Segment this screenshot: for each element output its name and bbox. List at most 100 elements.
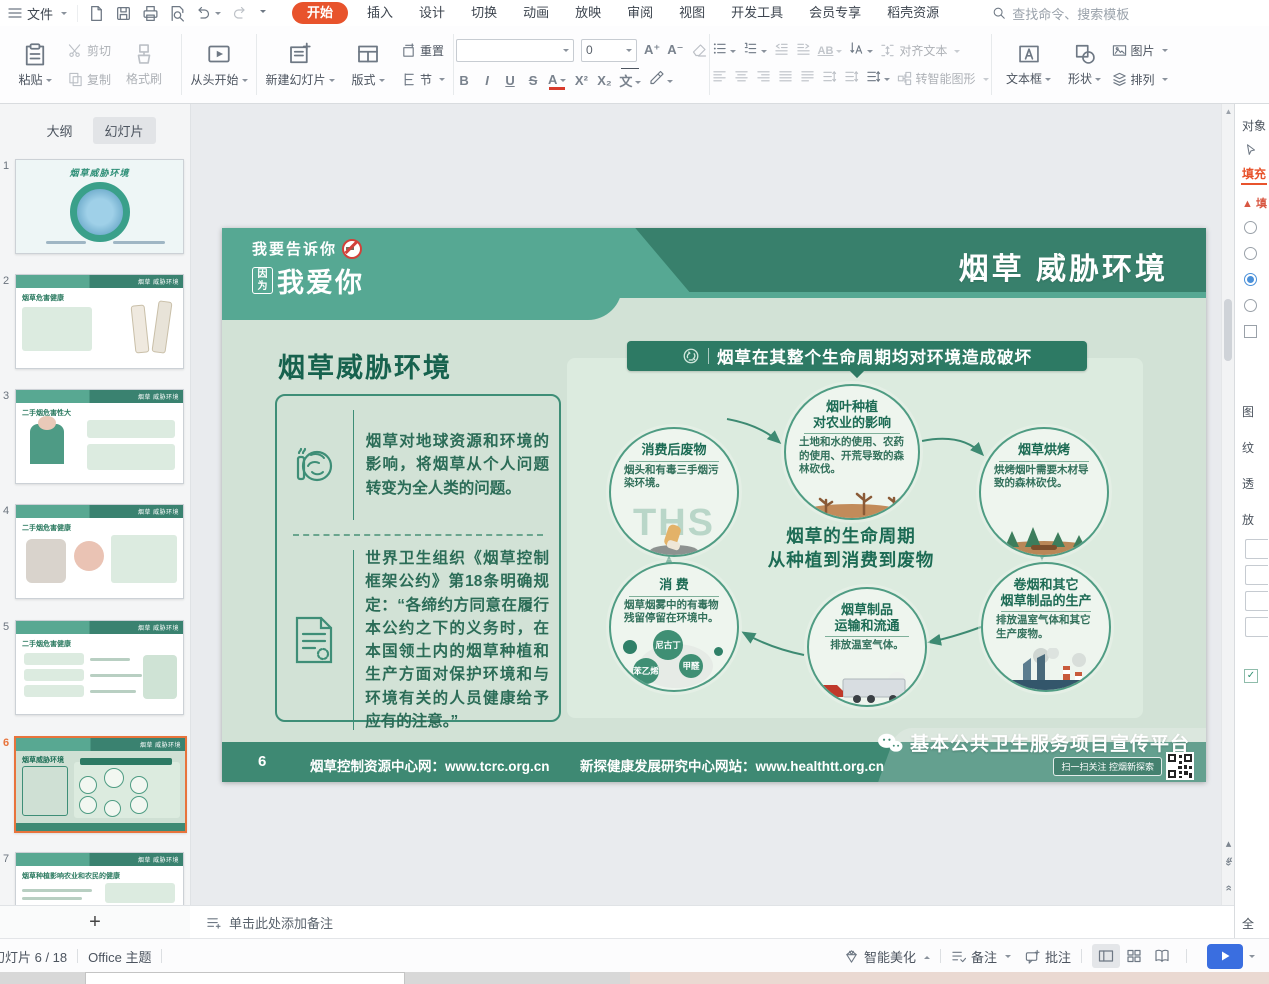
tab-outline[interactable]: 大纲 — [34, 117, 84, 144]
tab-review[interactable]: 审阅 — [614, 0, 666, 26]
slide-thumbnail-1[interactable]: 烟草威胁环境 — [15, 159, 184, 254]
comments-button[interactable]: 批注 — [1025, 947, 1071, 966]
fill-tab[interactable]: 填充 — [1242, 165, 1266, 182]
print-button[interactable] — [142, 5, 159, 22]
fill-section-header[interactable]: ▲ 填 — [1242, 195, 1267, 211]
reset-button[interactable]: 重置 — [401, 40, 445, 60]
customize-toolbar-icon[interactable] — [260, 10, 266, 16]
align-right-button[interactable] — [756, 69, 771, 89]
tab-insert[interactable]: 插入 — [354, 0, 406, 26]
print-preview-button[interactable] — [169, 5, 186, 22]
tab-slides[interactable]: 幻灯片 — [93, 117, 156, 144]
slide-thumbnail-7[interactable]: 烟草 威胁环境 烟草种植影响农业和农民的健康 — [15, 852, 184, 905]
dropdown-clipped-2[interactable] — [1245, 565, 1268, 585]
fill-radio-gradient[interactable] — [1244, 273, 1257, 286]
redo-button[interactable] — [231, 5, 247, 21]
font-color-button[interactable]: A — [548, 72, 566, 89]
tab-devtools[interactable]: 开发工具 — [718, 0, 796, 26]
align-text-button[interactable]: 对齐文本 — [880, 41, 960, 61]
format-painter-button[interactable]: 格式刷 — [115, 43, 173, 87]
tab-docer[interactable]: 稻壳资源 — [874, 0, 952, 26]
file-menu[interactable]: 文件 — [0, 4, 77, 23]
superscript-button[interactable]: X² — [573, 73, 589, 88]
previous-slide-chevrons[interactable]: « — [1224, 858, 1234, 869]
slide-thumbnail-3[interactable]: 烟草 威胁环境 二手烟危害性大 — [15, 389, 184, 484]
copy-button[interactable]: 复制 — [68, 69, 111, 89]
command-search[interactable]: 查找命令、搜索模板 — [992, 4, 1129, 23]
increase-font-button[interactable]: A⁺ — [644, 42, 660, 58]
fill-radio-picture[interactable] — [1244, 299, 1257, 312]
scroll-up-small-icon[interactable]: ▴ — [1223, 839, 1234, 849]
dropdown-clipped-3[interactable] — [1245, 591, 1268, 611]
export-button[interactable] — [115, 5, 132, 22]
play-from-start-button[interactable]: 从头开始 — [190, 42, 248, 88]
textbox-button[interactable]: 文本框 — [1000, 43, 1058, 87]
highlight-button[interactable] — [648, 70, 673, 91]
italic-button[interactable]: I — [479, 73, 495, 88]
tab-slideshow[interactable]: 放映 — [562, 0, 614, 26]
paste-button[interactable]: 粘贴 — [6, 42, 64, 88]
undo-button[interactable] — [196, 5, 221, 21]
align-left-button[interactable] — [712, 69, 727, 89]
play-options-icon[interactable] — [1249, 955, 1255, 961]
bullets-button[interactable] — [712, 41, 736, 61]
increase-indent-button[interactable] — [796, 41, 811, 61]
decrease-font-button[interactable]: A⁻ — [667, 42, 683, 58]
picture-button[interactable]: 图片 — [1112, 40, 1168, 60]
to-smartart-button[interactable]: 转智能图形 — [897, 69, 989, 89]
layout-button[interactable]: 版式 — [339, 42, 397, 88]
line-spacing-3-button[interactable] — [866, 69, 890, 89]
reading-view-button[interactable] — [1148, 944, 1176, 968]
font-name-select[interactable] — [456, 39, 574, 62]
smart-beautify-button[interactable]: 智能美化 — [844, 947, 930, 966]
tab-view[interactable]: 视图 — [666, 0, 718, 26]
canvas-scrollbar[interactable]: ▲ — [1221, 103, 1235, 905]
align-center-button[interactable] — [734, 69, 749, 89]
subscript-button[interactable]: X₂ — [596, 73, 612, 88]
font-size-select[interactable]: 0 — [581, 39, 637, 62]
dropdown-clipped-1[interactable] — [1245, 539, 1268, 559]
phonetic-guide-button[interactable]: 文 — [619, 71, 641, 90]
slide-thumbnail-5[interactable]: 烟草 威胁环境 二手烟危害健康 — [15, 620, 184, 715]
slide-6[interactable]: 我要告诉你 因为 我爱你 烟草 威胁环境 烟草威胁环境 — [222, 228, 1206, 782]
save-button[interactable] — [88, 5, 105, 22]
slide-thumbnail-2[interactable]: 烟草 威胁环境 烟草危害健康 — [15, 274, 184, 369]
justify-button[interactable] — [778, 69, 793, 89]
arrange-button[interactable]: 排列 — [1112, 69, 1168, 89]
tab-animation[interactable]: 动画 — [510, 0, 562, 26]
fill-radio-solid[interactable] — [1244, 247, 1257, 260]
cut-button[interactable]: 剪切 — [68, 40, 111, 60]
section-button[interactable]: 节 — [401, 69, 445, 89]
text-direction-button[interactable]: AB — [818, 45, 843, 57]
bold-button[interactable]: B — [456, 73, 472, 88]
slide-sorter-view-button[interactable] — [1120, 944, 1148, 968]
next-slide-chevrons[interactable]: « — [1224, 883, 1234, 894]
rotate-with-shape-checkbox[interactable]: ✓ — [1244, 669, 1258, 683]
tab-home[interactable]: 开始 — [292, 2, 348, 24]
scroll-up-icon[interactable]: ▲ — [1224, 107, 1233, 116]
tab-member[interactable]: 会员专享 — [796, 0, 874, 26]
new-slide-button[interactable]: 新建幻灯片 — [265, 42, 335, 88]
strike-button[interactable]: S — [525, 73, 541, 88]
line-spacing-2-button[interactable] — [844, 69, 859, 89]
undo-dropdown-icon[interactable] — [215, 12, 221, 18]
shapes-button[interactable]: 形状 — [1062, 43, 1108, 87]
slide-thumbnail-4[interactable]: 烟草 威胁环境 二手烟危害健康 — [15, 504, 184, 599]
notes-bar[interactable]: 单击此处添加备注 — [190, 905, 1235, 939]
slide-thumbnail-6-current[interactable]: 烟草 威胁环境 烟草威胁环境 — [14, 736, 187, 833]
notes-toggle-button[interactable]: 备注 — [951, 947, 1011, 966]
normal-view-button[interactable] — [1092, 944, 1120, 968]
dropdown-clipped-4[interactable] — [1245, 617, 1268, 637]
character-spacing-button[interactable] — [849, 41, 873, 61]
scrollbar-thumb[interactable] — [1224, 299, 1232, 361]
fill-radio-none[interactable] — [1244, 221, 1257, 234]
add-slide-button[interactable]: + — [89, 911, 101, 934]
underline-button[interactable]: U — [502, 73, 518, 88]
decrease-indent-button[interactable] — [774, 41, 789, 61]
tab-design[interactable]: 设计 — [406, 0, 458, 26]
tab-transition[interactable]: 切换 — [458, 0, 510, 26]
line-spacing-1-button[interactable] — [822, 69, 837, 89]
clear-format-icon[interactable] — [691, 42, 707, 58]
distribute-button[interactable] — [800, 69, 815, 89]
fill-pattern-checkbox[interactable] — [1244, 325, 1257, 338]
